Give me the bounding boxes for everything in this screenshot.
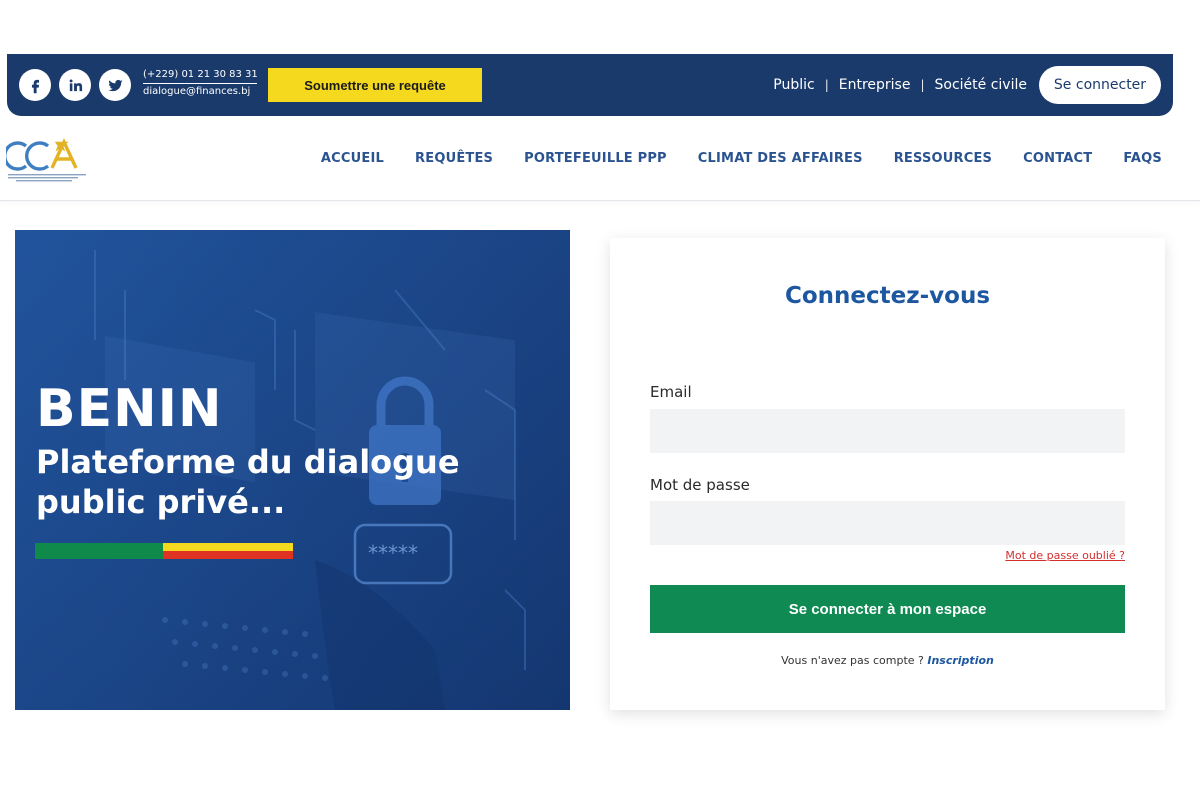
submit-request-button[interactable]: Soumettre une requête [268,68,482,102]
audience-link-public[interactable]: Public [773,77,814,93]
contact-info: (+229) 01 21 30 83 31 dialogue@finances.… [143,69,258,99]
password-mask-text: ***** [368,541,418,565]
site-logo[interactable] [3,136,96,184]
nav-requetes[interactable]: REQUÊTES [415,151,493,166]
main-nav: ACCUEIL REQUÊTES PORTEFEUILLE PPP CLIMAT… [290,116,1162,201]
separator: | [824,78,829,92]
signup-link[interactable]: Inscription [927,654,993,667]
facebook-icon[interactable] [19,69,51,101]
password-input[interactable] [650,501,1125,545]
audience-link-entreprise[interactable]: Entreprise [839,77,911,93]
email-input[interactable] [650,409,1125,453]
login-submit-button[interactable]: Se connecter à mon espace [650,585,1125,633]
hero-banner: ***** BENIN Plateforme du dialogue publi… [15,230,570,710]
nav-accueil[interactable]: ACCUEIL [321,151,384,166]
forgot-password-link[interactable]: Mot de passe oublié ? [1005,549,1125,562]
login-button[interactable]: Se connecter [1039,66,1161,104]
contact-phone[interactable]: (+229) 01 21 30 83 31 [143,69,258,84]
twitter-icon[interactable] [99,69,131,101]
nav-contact[interactable]: CONTACT [1023,151,1092,166]
main-header: ACCUEIL REQUÊTES PORTEFEUILLE PPP CLIMAT… [0,116,1200,201]
benin-flag-stripe [35,543,293,559]
separator: | [920,78,925,92]
email-label: Email [650,383,692,401]
login-title: Connectez-vous [784,283,991,309]
nav-climat-des-affaires[interactable]: CLIMAT DES AFFAIRES [698,151,863,166]
nav-ressources[interactable]: RESSOURCES [894,151,992,166]
password-label: Mot de passe [650,476,750,494]
audience-link-societe-civile[interactable]: Société civile [935,77,1027,93]
signup-prompt: Vous n'avez pas compte ? Inscription [610,654,1165,667]
login-card: Connectez-vous Email Mot de passe Mot de… [610,238,1165,710]
cca-logo-icon [3,137,86,182]
signup-prompt-text: Vous n'avez pas compte ? [781,654,924,667]
hero-subtitle: Plateforme du dialogue public privé... [36,443,460,521]
hero-title: BENIN [36,379,223,439]
nav-portefeuille-ppp[interactable]: PORTEFEUILLE PPP [524,151,667,166]
nav-faqs[interactable]: FAQS [1123,151,1162,166]
contact-email[interactable]: dialogue@finances.bj [143,84,257,99]
top-bar: (+229) 01 21 30 83 31 dialogue@finances.… [7,54,1173,116]
audience-links: Public | Entreprise | Société civile [773,54,1027,116]
linkedin-icon[interactable] [59,69,91,101]
